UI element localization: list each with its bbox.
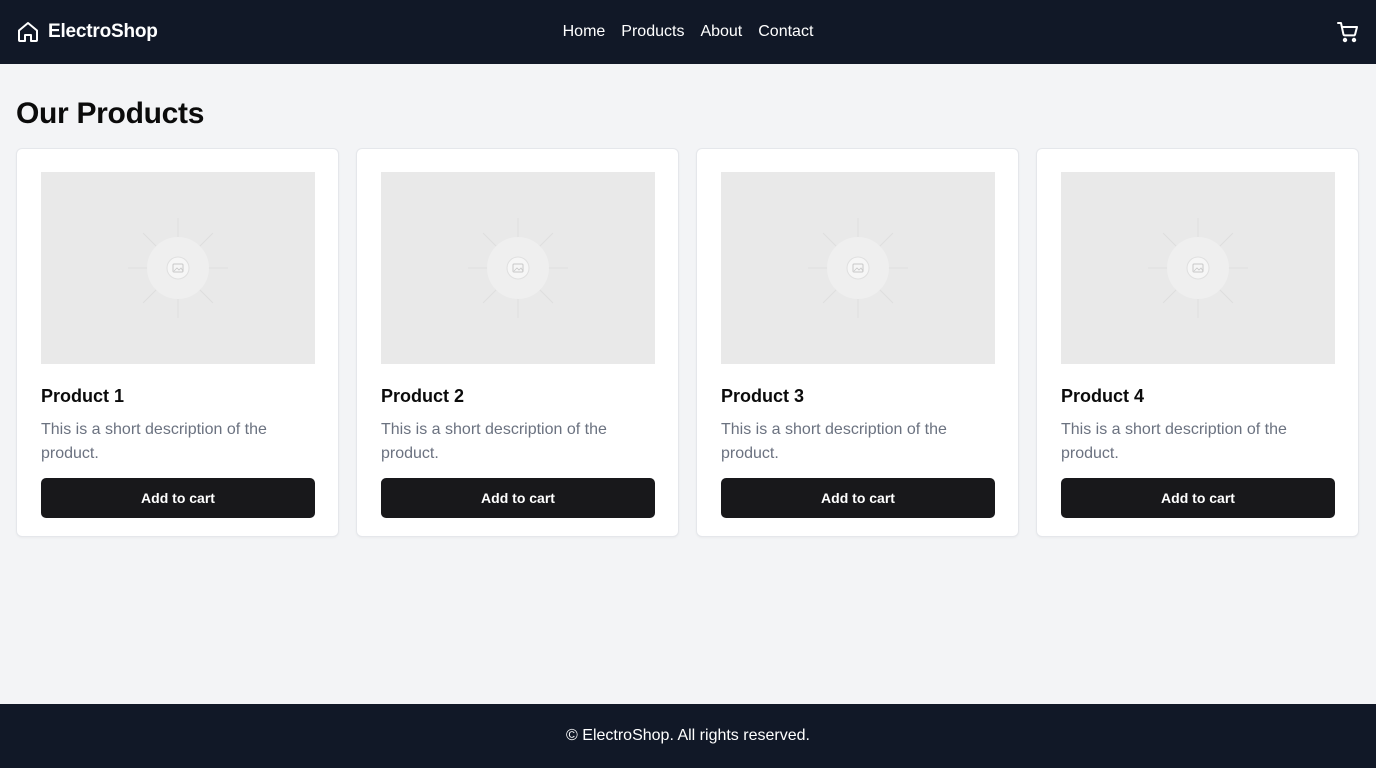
product-image [1061,172,1335,364]
nav-about-link[interactable]: About [700,23,742,41]
main-content: Our Products Product 1 This is a short d… [16,64,1360,537]
cart-button[interactable] [1336,20,1360,44]
product-grid: Product 1 This is a short description of… [16,148,1359,537]
brand-link[interactable]: ElectroShop [16,20,158,44]
footer-copyright: © ElectroShop. All rights reserved. [566,727,810,744]
page-title: Our Products [16,97,205,130]
product-image [381,172,655,364]
product-card: Product 2 This is a short description of… [356,148,679,537]
image-placeholder-icon [808,218,908,318]
nav-contact-link[interactable]: Contact [758,23,813,41]
product-image [41,172,315,364]
add-to-cart-button[interactable]: Add to cart [381,478,655,518]
product-title: Product 2 [381,386,465,406]
product-title: Product 3 [721,386,805,406]
main-nav: Home Products About Contact [0,0,1376,64]
add-to-cart-button[interactable]: Add to cart [1061,478,1335,518]
add-to-cart-button[interactable]: Add to cart [721,478,995,518]
top-navbar: ElectroShop Home Products About Contact [0,0,1376,64]
brand-name: ElectroShop [48,21,158,42]
image-placeholder-icon [128,218,228,318]
product-title: Product 4 [1061,386,1145,406]
product-card: Product 3 This is a short description of… [696,148,1019,537]
product-card: Product 1 This is a short description of… [16,148,339,537]
product-card: Product 4 This is a short description of… [1036,148,1359,537]
product-description: This is a short description of the produ… [41,421,267,462]
cart-icon [1336,20,1360,44]
product-image [721,172,995,364]
home-icon [16,20,40,44]
product-description: This is a short description of the produ… [1061,421,1287,462]
product-title: Product 1 [41,386,125,406]
add-to-cart-button[interactable]: Add to cart [41,478,315,518]
product-description: This is a short description of the produ… [721,421,947,462]
site-footer: © ElectroShop. All rights reserved. [0,704,1376,768]
nav-home-link[interactable]: Home [563,23,606,41]
image-placeholder-icon [1148,218,1248,318]
nav-products-link[interactable]: Products [621,23,684,41]
image-placeholder-icon [468,218,568,318]
product-description: This is a short description of the produ… [381,421,607,462]
